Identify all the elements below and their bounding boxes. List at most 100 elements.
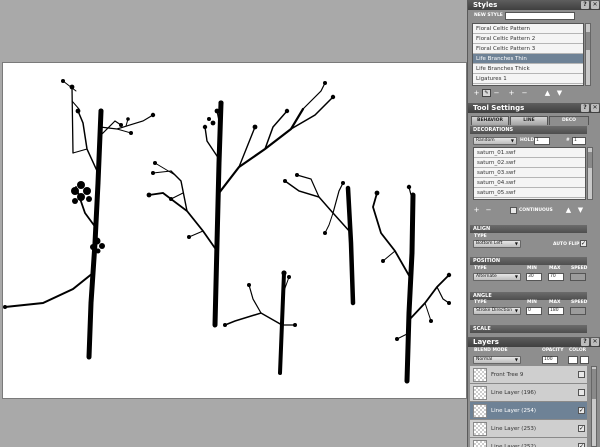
layer-thumbnail [473,386,487,400]
style-item-selected[interactable]: Life Branches Thin [473,54,583,64]
close-icon[interactable]: ✕ [591,104,599,112]
styles-scrollbar[interactable] [585,23,591,86]
align-section-header[interactable]: ALIGN [470,225,587,233]
blend-mode-value: Normal [476,357,493,362]
opacity-input[interactable]: 100 [542,356,558,364]
arrow-up-icon[interactable]: ▲ [543,89,552,97]
align-type-dropdown[interactable]: Bottom Left ▼ [473,240,521,248]
decorations-section-header[interactable]: DECORATIONS [470,126,587,134]
hold-label: HOLD [520,138,535,143]
align-type-value: Bottom Left [476,241,503,246]
angle-type-dropdown[interactable]: Stroke Direction ▼ [473,307,521,315]
tab-behavior[interactable]: BEHAVIOR [471,116,509,125]
new-style-input[interactable] [505,12,575,20]
hash-label: # [566,138,570,143]
layer-color-swatch[interactable] [568,356,578,364]
decoration-file-item[interactable]: saturn_01.swf [474,148,585,158]
position-speed-input[interactable] [570,273,586,281]
new-style-label: NEW STYLE [474,13,503,18]
opacity-label: OPACITY [542,348,564,353]
styles-panel-title: Styles [473,1,498,9]
layers-scrollbar[interactable] [591,366,597,447]
minus-icon[interactable]: − [520,89,529,97]
help-icon[interactable]: ? [581,104,589,112]
layer-name: Line Layer (196) [491,390,537,396]
position-type-value: Alternate [476,274,497,279]
layer-thumbnail [473,404,487,418]
layers-panel-title: Layers [473,338,499,346]
tool-settings-header: Tool Settings ? ✕ [468,103,600,113]
tab-line[interactable]: LINE [510,116,548,125]
position-max-input[interactable]: 70 [548,273,564,281]
position-min-label: MIN [527,266,537,271]
help-icon[interactable]: ? [581,338,589,346]
close-icon[interactable]: ✕ [591,1,599,9]
arrow-down-icon[interactable]: ▼ [555,89,564,97]
style-item[interactable]: Floral Celtic Pattern [473,24,583,34]
chevron-down-icon: ▼ [514,241,518,246]
help-icon[interactable]: ? [581,1,589,9]
layer-row-selected[interactable]: Line Layer (254) ✓ [470,402,587,420]
decoration-mode-dropdown[interactable]: Random ▼ [473,137,517,145]
angle-max-input[interactable]: 180 [548,307,564,315]
styles-list: Floral Celtic Pattern Floral Celtic Patt… [472,23,584,86]
angle-min-label: MIN [527,300,537,305]
arrow-up-icon[interactable]: ▲ [564,206,573,214]
layer-thumbnail [473,422,487,436]
style-item[interactable]: Floral Celtic Pattern 3 [473,44,583,54]
position-type-dropdown[interactable]: Alternate ▼ [473,273,521,281]
style-item[interactable]: Floral Celtic Pattern 2 [473,34,583,44]
decoration-file-item[interactable]: saturn_02.swf [474,158,585,168]
angle-min-input[interactable]: 0 [526,307,542,315]
close-icon[interactable]: ✕ [591,338,599,346]
layers-panel-header: Layers ? ✕ [468,337,600,347]
style-item[interactable]: Life Branches Thick [473,64,583,74]
edit-icon[interactable]: ✎ [482,89,491,97]
layer-color-swatch-2[interactable] [580,356,589,364]
layer-visibility-checkbox[interactable]: ✓ [578,425,585,432]
angle-speed-label: SPEED [571,300,588,305]
position-min-input[interactable]: 30 [526,273,542,281]
layer-row[interactable]: Front Tree 9 [470,366,587,384]
layer-thumbnail [473,368,487,382]
minus-icon[interactable]: − [492,89,501,97]
right-panel: Styles ? ✕ NEW STYLE Floral Celtic Patte… [467,0,600,447]
blend-mode-dropdown[interactable]: Normal ▼ [473,356,521,364]
angle-speed-input[interactable] [570,307,586,315]
decoration-file-item[interactable]: saturn_05.swf [474,188,585,198]
style-item[interactable]: Ligatures 1 [473,74,583,84]
angle-section-header[interactable]: ANGLE [470,292,587,300]
auto-flip-checkbox[interactable]: ✓ [580,240,587,247]
styles-panel-header: Styles ? ✕ [468,0,600,10]
plus-icon[interactable]: + [472,89,481,97]
layer-row[interactable]: Line Layer (253) ✓ [470,420,587,438]
plus-icon[interactable]: + [472,206,481,214]
decoration-files-scrollbar[interactable] [587,147,593,200]
continuous-checkbox[interactable] [510,207,517,214]
layer-visibility-checkbox[interactable]: ✓ [578,407,585,414]
angle-type-value: Stroke Direction [476,308,513,313]
chevron-down-icon: ▼ [514,308,518,313]
hold-input[interactable]: 1 [534,137,550,145]
minus-icon[interactable]: − [484,206,493,214]
layer-row[interactable]: Line Layer (252) ✓ [470,438,587,447]
layer-name: Line Layer (252) [491,444,537,447]
tool-settings-title: Tool Settings [473,104,525,112]
layer-name: Front Tree 9 [491,372,524,378]
import-icon[interactable]: + [507,89,516,97]
layer-visibility-checkbox[interactable] [578,371,585,378]
position-section-header[interactable]: POSITION [470,257,587,265]
count-input[interactable]: 1 [572,137,586,145]
decoration-file-item[interactable]: saturn_04.swf [474,178,585,188]
continuous-label: CONTINUOUS [519,208,553,213]
layer-visibility-checkbox[interactable] [578,389,585,396]
layer-visibility-checkbox[interactable]: ✓ [578,443,585,447]
layer-row[interactable]: Line Layer (196) [470,384,587,402]
arrow-down-icon[interactable]: ▼ [576,206,585,214]
tab-deco[interactable]: DECO [549,116,589,125]
scale-section-header[interactable]: SCALE [470,325,587,333]
decoration-file-item[interactable]: saturn_03.swf [474,168,585,178]
drawing-canvas[interactable] [2,62,467,399]
position-speed-label: SPEED [571,266,588,271]
chevron-down-icon: ▼ [514,274,518,279]
